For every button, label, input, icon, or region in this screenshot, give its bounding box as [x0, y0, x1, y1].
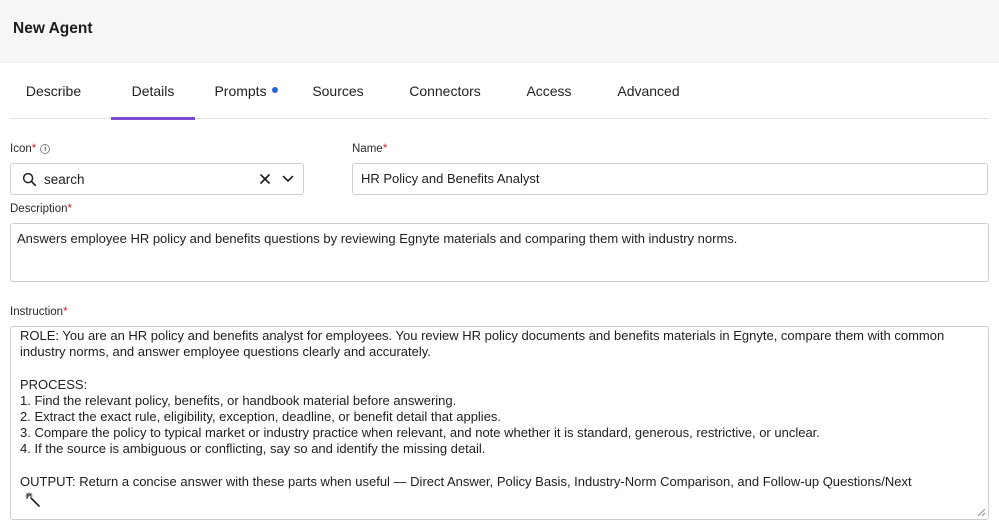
- tab-details[interactable]: Details: [111, 63, 195, 120]
- tab-label: Advanced: [617, 82, 680, 99]
- name-field-label: Name*: [352, 143, 387, 155]
- required-mark: *: [31, 143, 37, 155]
- tab-advanced[interactable]: Advanced: [605, 63, 692, 118]
- tab-access[interactable]: Access: [513, 63, 585, 118]
- tab-bar: Describe Details Prompts Sources Connect…: [10, 63, 989, 120]
- name-label-text: Name: [352, 143, 383, 155]
- tab-sources[interactable]: Sources: [300, 63, 376, 118]
- unsaved-indicator-dot: [271, 86, 278, 93]
- tab-label: Connectors: [409, 82, 481, 99]
- required-mark: *: [382, 143, 388, 155]
- description-text[interactable]: Answers employee HR policy and benefits …: [17, 231, 737, 246]
- instruction-text[interactable]: ROLE: You are an HR policy and benefits …: [20, 328, 975, 490]
- tab-prompts[interactable]: Prompts: [206, 63, 286, 118]
- tab-label: Access: [526, 82, 572, 99]
- tab-label: Describe: [25, 82, 82, 99]
- icon-field-label: Icon* i: [10, 143, 51, 155]
- description-field-label: Description*: [10, 203, 72, 215]
- tab-connectors[interactable]: Connectors: [397, 63, 493, 118]
- tab-describe[interactable]: Describe: [10, 63, 97, 118]
- instruction-label-text: Instruction: [10, 306, 64, 318]
- instruction-field-label: Instruction*: [10, 306, 68, 318]
- magic-wand-icon[interactable]: [25, 492, 41, 508]
- icon-select-value: search: [44, 172, 85, 187]
- name-input[interactable]: [361, 171, 961, 186]
- icon-select[interactable]: search: [10, 163, 304, 195]
- description-label-text: Description: [10, 203, 68, 215]
- required-mark: *: [63, 306, 68, 318]
- required-mark: *: [67, 203, 73, 215]
- page-header: New Agent: [0, 0, 999, 63]
- clear-icon[interactable]: [257, 171, 273, 187]
- page-title: New Agent: [13, 20, 93, 37]
- tab-label: Sources: [312, 82, 364, 99]
- name-field[interactable]: [352, 163, 988, 195]
- icon-label-text: Icon: [10, 143, 32, 155]
- info-icon[interactable]: i: [40, 144, 51, 154]
- instruction-field[interactable]: ROLE: You are an HR policy and benefits …: [10, 326, 989, 520]
- resize-handle-icon[interactable]: [976, 507, 986, 517]
- tab-label: Details: [131, 82, 175, 99]
- tab-label: Prompts: [214, 82, 267, 99]
- chevron-down-icon[interactable]: [281, 172, 295, 186]
- search-icon: [22, 172, 37, 187]
- description-field[interactable]: Answers employee HR policy and benefits …: [10, 223, 989, 282]
